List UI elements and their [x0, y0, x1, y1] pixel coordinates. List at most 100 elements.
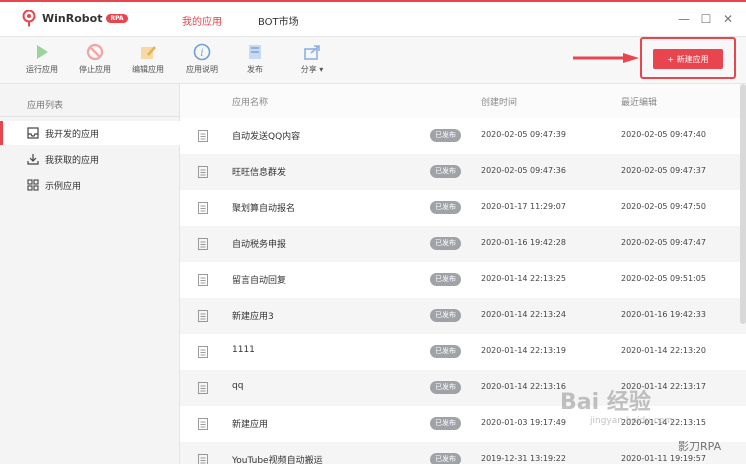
share-text: 分享: [300, 65, 317, 74]
column-created-header[interactable]: 创建时间: [481, 95, 517, 108]
status-badge: 已发布: [430, 201, 461, 214]
column-name-header[interactable]: 应用名称: [232, 95, 268, 108]
document-icon: [198, 310, 208, 322]
table-row[interactable]: YouTube视频自动搬运 已发布 2019-12-31 13:19:22 2020-…: [180, 442, 746, 464]
status-badge: 已发布: [430, 417, 461, 430]
created-time-cell: 2020-02-05 09:47:36: [481, 166, 566, 175]
edit-app-label: 编辑应用: [132, 65, 164, 74]
created-time-cell: 2020-02-05 09:47:39: [481, 130, 566, 139]
edit-icon: [141, 46, 156, 59]
status-badge: 已发布: [430, 309, 461, 322]
table-row[interactable]: 留言自动回复 已发布 2020-01-14 22:13:25 2020-02-05 0…: [180, 262, 746, 298]
status-badge: 已发布: [430, 165, 461, 178]
share-icon: [304, 45, 320, 60]
table-row[interactable]: 新建应用3 已发布 2020-01-14 22:13:24 2020-01-16 19…: [180, 298, 746, 334]
created-time-cell: 2020-01-14 22:13:19: [481, 346, 566, 355]
app-name-cell: 自动发送QQ内容: [232, 132, 301, 142]
edited-time-cell: 2020-02-05 09:47:37: [621, 166, 706, 175]
stop-app-label: 停止应用: [79, 65, 111, 74]
edited-time-cell: 2020-02-05 09:47:40: [621, 130, 706, 139]
created-time-cell: 2020-01-14 22:13:25: [481, 274, 566, 283]
edited-time-cell: 2020-02-05 09:51:05: [621, 274, 706, 283]
scrollbar[interactable]: [740, 84, 746, 324]
maximize-icon[interactable]: ☐: [699, 12, 713, 26]
run-app-label: 运行应用: [26, 65, 58, 74]
document-icon: [198, 202, 208, 214]
edited-time-cell: 2020-02-05 09:47:47: [621, 238, 706, 247]
edited-time-cell: 2020-01-11 19:19:57: [621, 454, 706, 463]
svg-text:i: i: [200, 48, 203, 59]
grid-icon: [27, 179, 39, 191]
document-icon: [198, 238, 208, 250]
table-row[interactable]: qq 已发布 2020-01-14 22:13:16 2020-01-14 22:13…: [180, 370, 746, 406]
created-time-cell: 2020-01-14 22:13:16: [481, 382, 566, 391]
document-icon: [198, 274, 208, 286]
sidebar-item-sample-apps[interactable]: 示例应用: [0, 173, 180, 197]
close-icon[interactable]: ✕: [721, 12, 735, 26]
app-name-cell: qq: [232, 381, 244, 391]
play-icon: [37, 45, 48, 59]
status-badge: 已发布: [430, 129, 461, 142]
title-bar: WinRobot RPA 我的应用 BOT市场 — ☐ ✕: [0, 0, 746, 38]
download-icon: [27, 154, 39, 165]
app-name-cell: 新建应用: [232, 420, 269, 430]
table-row[interactable]: 1111 已发布 2020-01-14 22:13:19 2020-01-14 22:…: [180, 334, 746, 370]
table-row[interactable]: 自动税务申报 已发布 2020-01-16 19:42:28 2020-02-05 0…: [180, 226, 746, 262]
status-badge: 已发布: [430, 345, 461, 358]
document-icon: [198, 130, 208, 142]
sidebar-item-label: 我获取的应用: [45, 155, 100, 166]
app-info-label: 应用说明: [186, 65, 218, 74]
app-name: WinRobot: [42, 12, 103, 25]
document-icon: [198, 418, 208, 430]
new-app-highlight: + 新建应用: [640, 37, 736, 79]
status-badge: 已发布: [430, 381, 461, 394]
column-edited-header[interactable]: 最近编辑: [621, 95, 657, 108]
created-time-cell: 2020-01-03 19:17:49: [481, 418, 566, 427]
edited-time-cell: 2020-02-05 09:47:50: [621, 202, 706, 211]
inbox-icon: [27, 127, 39, 139]
document-icon: [198, 346, 208, 358]
document-icon: [198, 454, 208, 464]
table-row[interactable]: 旺旺信息群发 已发布 2020-02-05 09:47:36 2020-02-05 0…: [180, 154, 746, 190]
share-label: 分享 ▾: [300, 65, 324, 74]
status-badge: 已发布: [430, 453, 461, 464]
stop-icon: [86, 43, 104, 61]
app-name-cell: 聚划算自动报名: [232, 204, 296, 214]
publish-button[interactable]: 发布: [233, 41, 277, 81]
tab-bot-market[interactable]: BOT市场: [258, 13, 299, 28]
info-icon: i: [193, 43, 211, 61]
share-button[interactable]: 分享 ▾: [290, 41, 334, 81]
publish-label: 发布: [247, 65, 263, 74]
arrow-right-icon: [573, 53, 639, 63]
sidebar-divider: [0, 116, 180, 117]
created-time-cell: 2020-01-17 11:29:07: [481, 202, 566, 211]
app-badge: RPA: [106, 14, 128, 23]
sidebar-item-obtained-apps[interactable]: 我获取的应用: [0, 147, 180, 171]
run-app-button[interactable]: 运行应用: [20, 41, 64, 81]
new-app-button[interactable]: + 新建应用: [653, 49, 723, 69]
table-row[interactable]: 自动发送QQ内容 已发布 2020-02-05 09:47:39 2020-02-05…: [180, 118, 746, 154]
app-name-cell: 1111: [232, 345, 255, 355]
stop-app-button[interactable]: 停止应用: [73, 41, 117, 81]
table-header: 应用名称 创建时间 最近编辑: [180, 84, 746, 118]
app-name-cell: YouTube视频自动搬运: [232, 456, 323, 464]
table-row[interactable]: 新建应用 已发布 2020-01-03 19:17:49 2020-01-14 22:…: [180, 406, 746, 442]
status-badge: 已发布: [430, 273, 461, 286]
document-icon: [198, 382, 208, 394]
created-time-cell: 2020-01-16 19:42:28: [481, 238, 566, 247]
sidebar-header: 应用列表: [27, 101, 64, 111]
app-info-button[interactable]: i 应用说明: [180, 41, 224, 81]
logo-pin-icon: [22, 10, 36, 27]
table-row[interactable]: 聚划算自动报名 已发布 2020-01-17 11:29:07 2020-02-05 …: [180, 190, 746, 226]
created-time-cell: 2020-01-14 22:13:24: [481, 310, 566, 319]
tab-my-apps[interactable]: 我的应用: [182, 13, 222, 28]
publish-icon: [249, 45, 261, 59]
edit-app-button[interactable]: 编辑应用: [126, 41, 170, 81]
created-time-cell: 2019-12-31 13:19:22: [481, 454, 566, 463]
app-table: 应用名称 创建时间 最近编辑 自动发送QQ内容 已发布 2020-02-05 09:…: [180, 84, 746, 464]
sidebar-item-label: 我开发的应用: [45, 129, 100, 140]
edited-time-cell: 2020-01-16 19:42:33: [621, 310, 706, 319]
sidebar-item-my-apps[interactable]: 我开发的应用: [0, 121, 180, 145]
app-name-cell: 留言自动回复: [232, 276, 287, 286]
minimize-icon[interactable]: —: [677, 12, 691, 26]
